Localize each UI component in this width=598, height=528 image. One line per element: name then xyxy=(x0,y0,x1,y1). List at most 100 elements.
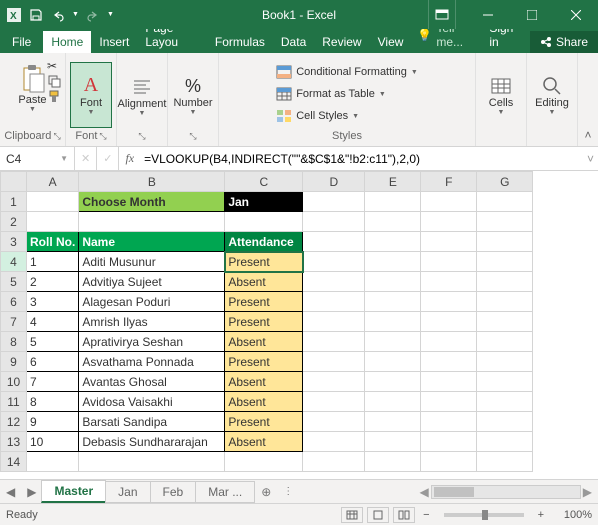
alignment-button[interactable]: Alignment ▼ xyxy=(121,63,163,129)
col-roll[interactable]: Roll No. xyxy=(27,232,79,252)
cell-roll[interactable]: 2 xyxy=(27,272,79,292)
cell[interactable] xyxy=(303,272,365,292)
cell[interactable] xyxy=(303,452,365,472)
cell[interactable] xyxy=(225,212,303,232)
name-box[interactable]: C4▼ xyxy=(0,147,75,170)
minimize-button[interactable] xyxy=(466,0,510,29)
ribbon-display-options-icon[interactable] xyxy=(428,0,456,29)
col-header-c[interactable]: C xyxy=(225,172,303,192)
row-header[interactable]: 14 xyxy=(1,452,27,472)
cell-name[interactable]: Amrish Ilyas xyxy=(79,312,225,332)
cell[interactable] xyxy=(421,272,477,292)
new-sheet-icon[interactable]: ⊕ xyxy=(255,485,277,499)
cell-attendance[interactable]: Absent xyxy=(225,272,303,292)
format-as-table-button[interactable]: Format as Table▼ xyxy=(272,84,390,104)
sheet-tab-master[interactable]: Master xyxy=(41,480,106,503)
font-launcher-icon[interactable]: ⤡ xyxy=(99,131,106,142)
cell-attendance[interactable]: Present xyxy=(225,292,303,312)
editing-button[interactable]: Editing ▼ xyxy=(531,62,573,128)
row-header[interactable]: 11 xyxy=(1,392,27,412)
month-dropdown[interactable]: Jan xyxy=(225,192,303,212)
row-header[interactable]: 12 xyxy=(1,412,27,432)
sheet-tab-feb[interactable]: Feb xyxy=(150,481,197,503)
font-button[interactable]: A Font ▼ xyxy=(70,62,112,128)
cell-attendance[interactable]: Present xyxy=(225,252,303,272)
cell-name[interactable]: Barsati Sandipa xyxy=(79,412,225,432)
cell[interactable] xyxy=(421,332,477,352)
cells-button[interactable]: Cells ▼ xyxy=(480,62,522,128)
cell[interactable] xyxy=(303,412,365,432)
cell-roll[interactable]: 6 xyxy=(27,352,79,372)
row-header[interactable]: 8 xyxy=(1,332,27,352)
cell[interactable] xyxy=(27,212,79,232)
cell[interactable] xyxy=(303,372,365,392)
cell[interactable] xyxy=(365,292,421,312)
cell[interactable] xyxy=(365,312,421,332)
cell[interactable] xyxy=(477,392,533,412)
cell[interactable] xyxy=(303,252,365,272)
tab-review[interactable]: Review xyxy=(314,31,369,53)
cell[interactable] xyxy=(421,372,477,392)
cell-roll[interactable]: 5 xyxy=(27,332,79,352)
col-header-d[interactable]: D xyxy=(303,172,365,192)
row-header[interactable]: 1 xyxy=(1,192,27,212)
cell[interactable] xyxy=(421,192,477,212)
cell[interactable] xyxy=(365,232,421,252)
cell[interactable] xyxy=(365,192,421,212)
row-header[interactable]: 2 xyxy=(1,212,27,232)
cell[interactable] xyxy=(79,212,225,232)
tab-scroll-icon[interactable]: ⋮ xyxy=(277,486,299,497)
tab-insert[interactable]: Insert xyxy=(91,31,137,53)
cell[interactable] xyxy=(421,452,477,472)
cell[interactable] xyxy=(303,292,365,312)
col-header-a[interactable]: A xyxy=(27,172,79,192)
cell-attendance[interactable]: Absent xyxy=(225,392,303,412)
row-header[interactable]: 9 xyxy=(1,352,27,372)
redo-icon[interactable] xyxy=(85,7,101,23)
cell[interactable] xyxy=(421,412,477,432)
cell[interactable] xyxy=(303,192,365,212)
row-header[interactable]: 6 xyxy=(1,292,27,312)
cell[interactable] xyxy=(477,372,533,392)
cell[interactable] xyxy=(477,332,533,352)
col-header-b[interactable]: B xyxy=(79,172,225,192)
sheet-tab-jan[interactable]: Jan xyxy=(105,481,150,503)
cell[interactable] xyxy=(79,452,225,472)
zoom-slider[interactable] xyxy=(444,513,524,517)
cell[interactable] xyxy=(421,212,477,232)
cut-icon[interactable]: ✂ xyxy=(47,59,61,73)
cell[interactable] xyxy=(421,252,477,272)
cell[interactable] xyxy=(477,212,533,232)
number-launcher-icon[interactable]: ⤡ xyxy=(189,131,196,142)
undo-icon[interactable] xyxy=(50,7,66,23)
cell-roll[interactable]: 10 xyxy=(27,432,79,452)
cell-roll[interactable]: 7 xyxy=(27,372,79,392)
scrollbar-thumb[interactable] xyxy=(434,487,474,497)
select-all-corner[interactable] xyxy=(1,172,27,192)
cell[interactable] xyxy=(225,452,303,472)
cell-attendance[interactable]: Absent xyxy=(225,372,303,392)
clipboard-launcher-icon[interactable]: ⤡ xyxy=(53,131,60,142)
cell[interactable] xyxy=(365,212,421,232)
cell[interactable] xyxy=(303,312,365,332)
cell[interactable] xyxy=(303,212,365,232)
conditional-formatting-button[interactable]: Conditional Formatting▼ xyxy=(272,62,422,82)
cell-roll[interactable]: 4 xyxy=(27,312,79,332)
copy-icon[interactable] xyxy=(47,74,61,88)
share-button[interactable]: Share xyxy=(530,31,598,53)
cell[interactable] xyxy=(477,192,533,212)
cell-roll[interactable]: 9 xyxy=(27,412,79,432)
cell-name[interactable]: Aditi Musunur xyxy=(79,252,225,272)
cell[interactable] xyxy=(477,412,533,432)
normal-view-icon[interactable] xyxy=(341,507,363,523)
cell[interactable] xyxy=(421,232,477,252)
number-button[interactable]: % Number ▼ xyxy=(172,63,214,129)
save-icon[interactable] xyxy=(28,7,44,23)
cell-attendance[interactable]: Present xyxy=(225,312,303,332)
tab-file[interactable]: File xyxy=(0,31,43,53)
cell-roll[interactable]: 8 xyxy=(27,392,79,412)
cell[interactable] xyxy=(365,252,421,272)
cell[interactable] xyxy=(303,352,365,372)
col-header-g[interactable]: G xyxy=(477,172,533,192)
cell-attendance[interactable]: Absent xyxy=(225,432,303,452)
